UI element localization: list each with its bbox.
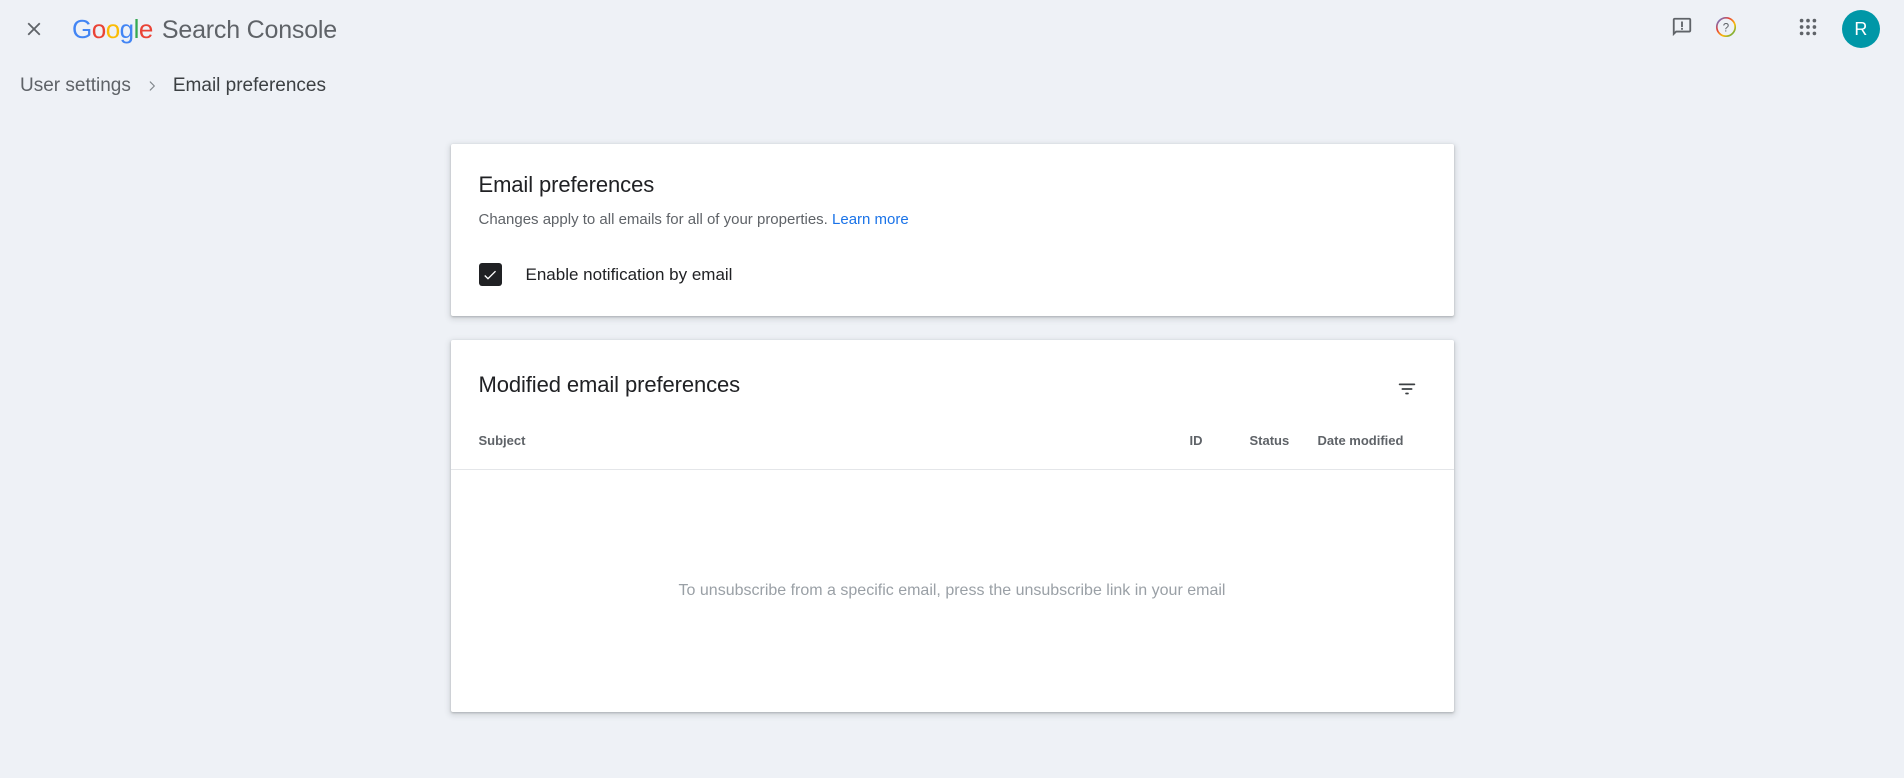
filter-button[interactable] [1386, 370, 1428, 412]
google-wordmark: Google [72, 14, 153, 45]
learn-more-link[interactable]: Learn more [832, 211, 909, 228]
help-icon: ? [1714, 15, 1738, 44]
logo-letter-e: e [139, 14, 153, 44]
logo-letter-g2: g [120, 14, 134, 44]
breadcrumb: User settings Email preferences [0, 58, 1904, 114]
column-header-subject[interactable]: Subject [479, 433, 1190, 448]
breadcrumb-item-email-preferences: Email preferences [173, 75, 326, 97]
google-apps-button[interactable] [1786, 7, 1830, 51]
email-preferences-card-body: Email preferences Changes apply to all e… [451, 144, 1454, 316]
logo-letter-o1: o [92, 14, 106, 44]
chevron-right-icon [145, 79, 159, 93]
email-preferences-description: Changes apply to all emails for all of y… [479, 209, 1426, 230]
product-name: Search Console [162, 16, 337, 45]
svg-text:?: ? [1723, 22, 1729, 34]
description-text: Changes apply to all emails for all of y… [479, 211, 828, 228]
empty-state-message: To unsubscribe from a specific email, pr… [679, 582, 1226, 600]
avatar-initial: R [1854, 19, 1867, 40]
page-title: Email preferences [479, 172, 1426, 198]
avatar[interactable]: R [1842, 10, 1880, 48]
modified-email-preferences-card: Modified email preferences Subject ID St… [451, 340, 1454, 712]
enable-notification-checkbox-row[interactable]: Enable notification by email [479, 263, 733, 286]
column-header-date-modified[interactable]: Date modified [1318, 433, 1426, 448]
table-empty-state: To unsubscribe from a specific email, pr… [451, 470, 1454, 712]
enable-notification-checkbox[interactable] [479, 263, 502, 286]
enable-notification-label: Enable notification by email [526, 265, 733, 285]
filter-icon [1396, 378, 1418, 405]
modified-preferences-header: Modified email preferences [451, 340, 1454, 412]
modified-preferences-title: Modified email preferences [479, 370, 741, 398]
breadcrumb-item-user-settings[interactable]: User settings [20, 75, 131, 97]
column-header-id[interactable]: ID [1190, 433, 1250, 448]
help-button[interactable]: ? [1704, 7, 1748, 51]
feedback-button[interactable] [1660, 7, 1704, 51]
feedback-icon [1671, 16, 1693, 43]
main-content: Email preferences Changes apply to all e… [0, 114, 1904, 712]
email-preferences-card: Email preferences Changes apply to all e… [451, 144, 1454, 316]
close-button[interactable] [14, 9, 54, 49]
top-app-bar: Google Search Console [0, 0, 1904, 58]
column-header-status[interactable]: Status [1250, 433, 1318, 448]
logo-letter-g1: G [72, 14, 92, 44]
table-header-row: Subject ID Status Date modified [451, 412, 1454, 470]
logo-letter-o2: o [106, 14, 120, 44]
brand-logo[interactable]: Google Search Console [72, 14, 337, 45]
apps-grid-icon [1797, 16, 1819, 43]
